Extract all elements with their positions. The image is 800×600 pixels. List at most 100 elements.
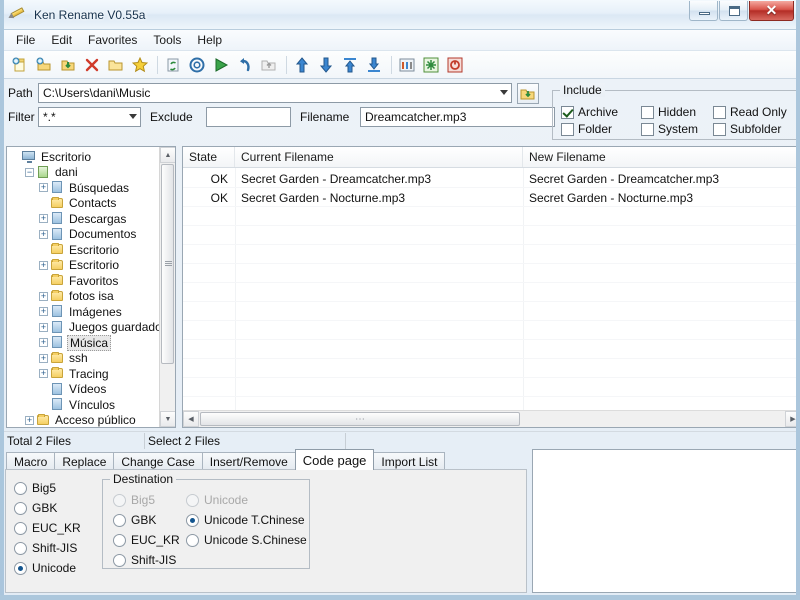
tree-expand-icon[interactable]: + [39,183,48,193]
new-icon[interactable] [9,54,31,76]
tree-node[interactable]: − dani [8,165,175,181]
move-up-icon[interactable] [291,54,313,76]
columns-icon[interactable] [396,54,418,76]
tab-macro[interactable]: Macro [6,452,56,470]
favorite-star-icon[interactable] [129,54,151,76]
tree-node[interactable]: Contacts [8,196,175,212]
radio-source-big5[interactable]: Big5 [14,481,56,495]
menu-file[interactable]: File [8,31,43,49]
tree-node[interactable]: Favoritos [8,273,175,289]
maximize-button[interactable] [719,1,748,21]
chevron-down-icon[interactable] [129,114,137,119]
radio-dest-big5[interactable]: Big5 [113,493,155,507]
tree-node[interactable]: + fotos isa [8,289,175,305]
tab-import-list[interactable]: Import List [373,452,446,470]
open-folder-icon[interactable] [33,54,55,76]
minimize-button[interactable] [689,1,718,21]
tree-expand-icon[interactable]: + [39,229,48,239]
column-header-new[interactable]: New Filename [523,147,796,167]
tree-node[interactable]: + Tracing [8,366,175,382]
radio-dest-shift-jis[interactable]: Shift-JIS [113,553,176,567]
delete-icon[interactable] [81,54,103,76]
checkbox-hidden[interactable]: Hidden [641,105,696,119]
tree-node[interactable]: + Imágenes [8,304,175,320]
radio-source-euc-kr[interactable]: EUC_KR [14,521,81,535]
tab-replace[interactable]: Replace [54,452,115,470]
tab-change-case[interactable]: Change Case [113,452,203,470]
move-bottom-icon[interactable] [363,54,385,76]
tree-expand-icon[interactable]: + [39,322,48,332]
tree-expand-icon[interactable]: + [25,415,34,425]
tree-expand-icon[interactable]: + [39,291,48,301]
hscroll-right-button[interactable]: ▶ [785,411,796,427]
checkbox-subfolder[interactable]: Subfolder [713,122,781,136]
folder-tree[interactable]: Escritorio − dani + Búsquedas Contacts + Descar… [6,146,176,428]
parent-folder-icon[interactable] [258,54,280,76]
checkbox-system[interactable]: System [641,122,698,136]
radio-source-gbk[interactable]: GBK [14,501,57,515]
save-icon[interactable] [57,54,79,76]
tree-scrollbar[interactable]: ▲ ▼ [159,147,175,427]
radio-dest-euc-kr[interactable]: EUC_KR [113,533,180,547]
filename-input[interactable]: Dreamcatcher.mp3 [360,107,555,127]
chevron-down-icon[interactable] [500,90,508,95]
browse-folder-button[interactable] [517,82,539,104]
column-header-state[interactable]: State [183,147,235,167]
tree-collapse-icon[interactable]: − [25,167,34,177]
tree-node[interactable]: Vídeos [8,382,175,398]
radio-dest-unicode[interactable]: Unicode [186,493,248,507]
checkbox-read-only[interactable]: Read Only [713,105,787,119]
preview-icon[interactable] [186,54,208,76]
menu-edit[interactable]: Edit [43,31,80,49]
tree-expand-icon[interactable]: + [39,338,48,348]
exit-icon[interactable] [444,54,466,76]
table-row[interactable]: OK Secret Garden - Nocturne.mp3 Secret Gar… [183,188,796,207]
menu-help[interactable]: Help [189,31,230,49]
tree-expand-icon[interactable]: + [39,214,48,224]
tree-scrollbar-thumb[interactable] [161,164,174,364]
sort-icon[interactable] [420,54,442,76]
radio-dest-unicode-t-chinese[interactable]: Unicode T.Chinese [186,513,305,527]
tree-node[interactable]: + Música [8,334,175,351]
preview-textarea[interactable] [532,449,796,593]
close-button[interactable]: ✕ [749,1,794,21]
checkbox-folder[interactable]: Folder [561,122,612,136]
radio-source-unicode[interactable]: Unicode [14,561,76,575]
folder-icon[interactable] [105,54,127,76]
tree-node[interactable]: + Búsquedas [8,180,175,196]
move-down-icon[interactable] [315,54,337,76]
tree-node[interactable]: + Acceso público [8,413,175,427]
tab-code-page[interactable]: Code page [294,449,375,470]
tree-expand-icon[interactable]: + [39,369,48,379]
tree-node[interactable]: + Escritorio [8,258,175,274]
undo-icon[interactable] [234,54,256,76]
move-top-icon[interactable] [339,54,361,76]
run-rename-icon[interactable] [210,54,232,76]
path-combobox[interactable]: C:\Users\dani\Music [38,83,512,103]
radio-dest-unicode-s-chinese[interactable]: Unicode S.Chinese [186,533,307,547]
tree-node[interactable]: + ssh [8,351,175,367]
hscroll-left-button[interactable]: ◀ [183,411,199,427]
file-list[interactable]: State Current Filename New Filename OK Se… [182,146,796,428]
menu-favorites[interactable]: Favorites [80,31,145,49]
radio-source-shift-jis[interactable]: Shift-JIS [14,541,77,555]
column-header-current[interactable]: Current Filename [235,147,523,167]
tree-node[interactable]: Vínculos [8,397,175,413]
tree-scroll-up-button[interactable]: ▲ [160,147,175,163]
menu-tools[interactable]: Tools [145,31,189,49]
checkbox-archive[interactable]: Archive [561,105,618,119]
tree-scroll-down-button[interactable]: ▼ [160,411,175,427]
tree-node[interactable]: + Juegos guardados [8,320,175,336]
tree-expand-icon[interactable]: + [39,260,48,270]
exclude-input[interactable] [206,107,291,127]
tree-expand-icon[interactable]: + [39,307,48,317]
table-row[interactable]: OK Secret Garden - Dreamcatcher.mp3 Secret… [183,169,796,188]
tab-insert-remove[interactable]: Insert/Remove [201,452,296,470]
filter-combobox[interactable]: *.* [38,107,141,127]
tree-node[interactable]: Escritorio [8,242,175,258]
radio-dest-gbk[interactable]: GBK [113,513,156,527]
refresh-page-icon[interactable] [162,54,184,76]
file-list-hscrollbar[interactable]: ◀ ▶ ⋯ [183,410,796,427]
tree-node[interactable]: + Descargas [8,211,175,227]
tree-expand-icon[interactable]: + [39,353,48,363]
